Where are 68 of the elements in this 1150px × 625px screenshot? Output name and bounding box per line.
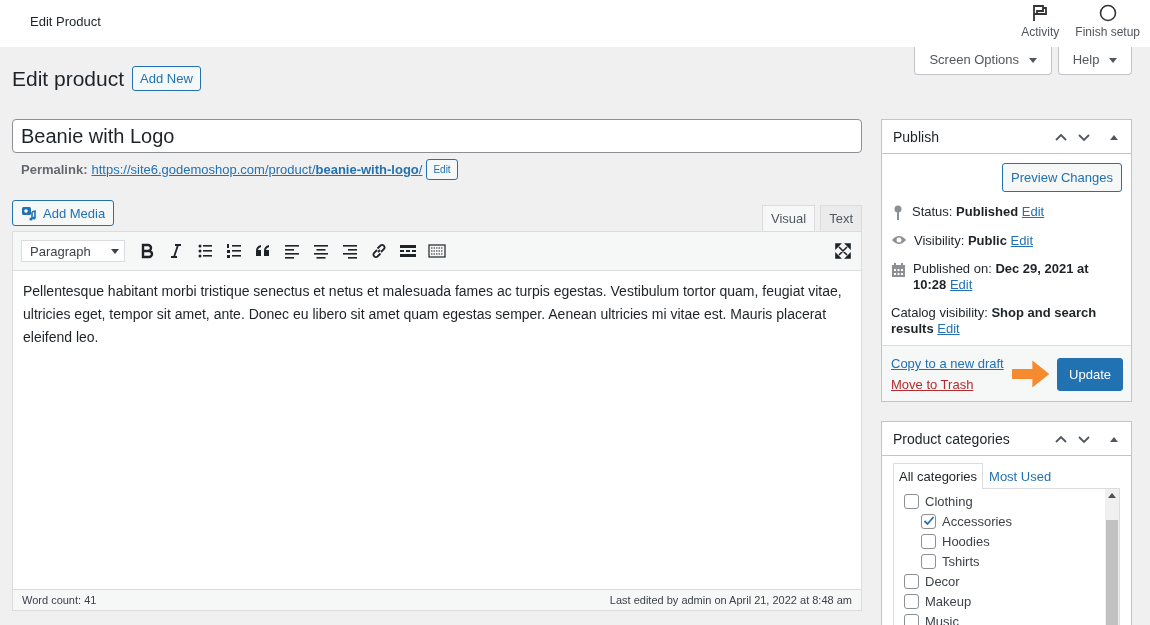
eye-icon — [891, 234, 907, 246]
category-option[interactable]: Music — [904, 611, 1095, 625]
align-left-icon[interactable] — [283, 242, 301, 260]
title-field[interactable]: Beanie with Logo — [12, 119, 862, 153]
calendar-icon — [891, 262, 906, 278]
link-icon[interactable] — [370, 242, 388, 260]
scrollbar[interactable] — [1105, 489, 1119, 625]
circle-icon — [1098, 4, 1117, 22]
editor-content[interactable]: Pellentesque habitant morbi tristique senectus et netus et malesuada fames ac turpis egestas. Vestibulum tortor quam, feugiat vitae, ultricies eget, tempor sit amet, ante. Donec eu libero sit amet quam egestas semper. Aenean ultricies mi vitae est. Mauris placerat eleifend leo. — [13, 271, 861, 589]
preview-changes-button[interactable]: Preview Changes — [1002, 163, 1122, 192]
category-tab[interactable]: All categories — [893, 463, 984, 489]
category-option[interactable]: Decor — [904, 571, 1095, 591]
bullets-icon[interactable] — [196, 242, 214, 260]
checkbox[interactable] — [904, 613, 919, 625]
category-option[interactable]: Clothing — [904, 491, 1095, 511]
more-icon[interactable] — [399, 242, 417, 260]
category-tab[interactable]: Most Used — [983, 463, 1058, 489]
edit-link[interactable]: Edit — [937, 321, 960, 336]
caret-icon — [1028, 58, 1037, 64]
flag-icon — [1032, 4, 1049, 22]
checkbox[interactable] — [904, 573, 919, 589]
checkbox[interactable] — [921, 533, 936, 549]
add-media-button[interactable]: Add Media — [12, 200, 115, 226]
publish-detail: Catalog visibility: Shop and search results Edit — [891, 305, 1098, 337]
toolbar-icon[interactable] — [428, 242, 446, 260]
checkbox[interactable] — [904, 493, 919, 509]
page-heading: Edit product — [12, 66, 125, 91]
screen-tab[interactable]: Screen Options — [914, 47, 1052, 75]
edit-link[interactable]: Edit — [1010, 233, 1033, 248]
panel-title: Product categories — [893, 430, 1010, 447]
copy-draft-link[interactable]: Copy to a new draft — [891, 356, 1004, 371]
editor-tab[interactable]: Visual — [761, 205, 816, 231]
update-button[interactable]: Update — [1057, 357, 1123, 391]
page-title: Edit Product — [30, 14, 101, 29]
category-option[interactable]: Tshirts — [904, 551, 1095, 571]
caret-icon — [111, 248, 119, 254]
screen-tab[interactable]: Help — [1057, 47, 1132, 75]
edit-permalink-button[interactable]: Edit — [426, 159, 458, 180]
fullscreen-icon[interactable] — [835, 243, 851, 259]
format-select[interactable]: Paragraph — [21, 240, 125, 262]
publish-detail: Published on: Dec 29, 2021 at 10:28 Edit — [913, 261, 1090, 293]
scroll-up-icon[interactable] — [1108, 493, 1116, 498]
caret-icon — [1109, 58, 1117, 64]
numbers-icon[interactable] — [225, 242, 243, 260]
checkbox[interactable] — [904, 593, 919, 609]
last-edited: Last edited by admin on April 21, 2022 at 8:48 am — [609, 594, 852, 606]
category-option[interactable]: Makeup — [904, 591, 1095, 611]
editor-tab[interactable]: Text — [820, 205, 862, 231]
panel-title: Publish — [893, 128, 939, 145]
add-new-button[interactable]: Add New — [132, 66, 201, 91]
media-icon — [21, 205, 37, 221]
topbar-action[interactable]: Activity — [1019, 0, 1062, 39]
permalink-link[interactable]: https://site6.godemoshop.com/product/beanie-with-logo/ — [91, 162, 423, 177]
topbar-action[interactable]: Finish setup — [1073, 0, 1142, 39]
trash-link[interactable]: Move to Trash — [891, 377, 1004, 392]
word-count: Word count: 41 — [22, 594, 97, 606]
arrow-icon — [1011, 358, 1050, 390]
align-right-icon[interactable] — [341, 242, 359, 260]
publish-detail: Status: Published Edit — [912, 204, 1045, 220]
edit-link[interactable]: Edit — [1021, 204, 1045, 219]
checkbox[interactable] — [921, 513, 936, 529]
publish-detail: Visibility: Public Edit — [914, 233, 1033, 249]
align-center-icon[interactable] — [312, 242, 330, 260]
edit-link[interactable]: Edit — [949, 277, 973, 292]
checkbox[interactable] — [921, 553, 936, 569]
category-option[interactable]: Accessories — [904, 511, 1095, 531]
permalink-label: Permalink: — [21, 162, 88, 177]
category-option[interactable]: Hoodies — [904, 531, 1095, 551]
